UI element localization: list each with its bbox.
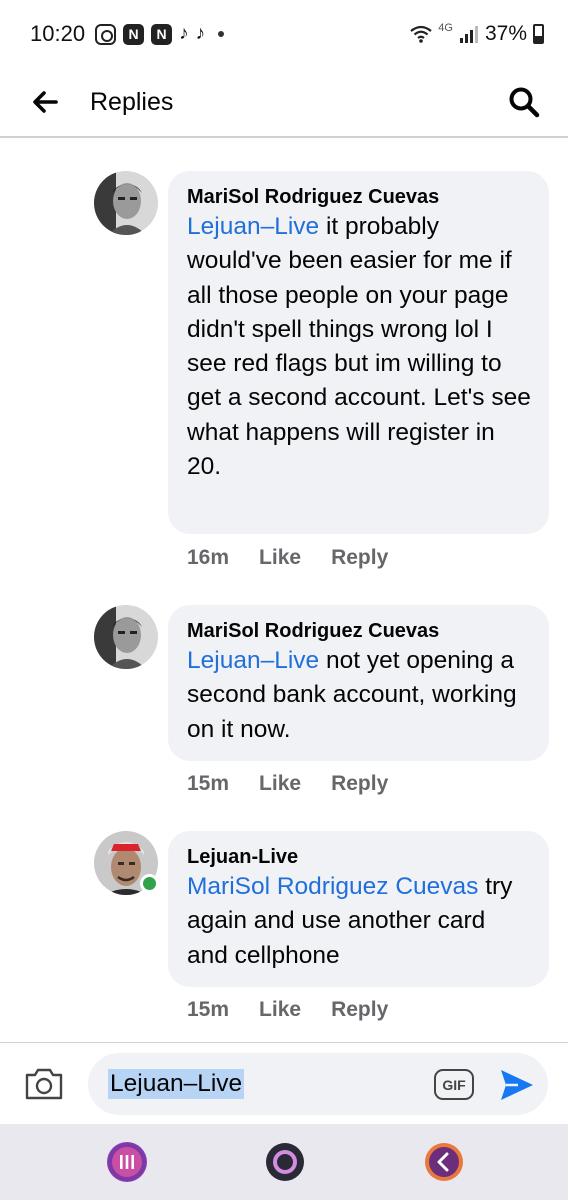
recent-apps-icon: [108, 1143, 146, 1181]
avatar[interactable]: [94, 605, 158, 669]
like-button[interactable]: Like: [259, 772, 301, 796]
tiktok-icon: ♪: [179, 23, 189, 44]
comment-author[interactable]: Lejuan-Live: [187, 844, 531, 870]
comment-bubble[interactable]: MariSol Rodriguez Cuevas Lejuan–Live it …: [168, 171, 549, 534]
like-button[interactable]: Like: [259, 546, 301, 570]
wifi-icon: [410, 25, 432, 43]
battery-percent: 37%: [484, 22, 527, 45]
mention-link[interactable]: Lejuan–Live: [187, 213, 319, 240]
profile-photo-icon: [94, 605, 158, 669]
comment-text: MariSol Rodriguez Cuevas try again and u…: [187, 870, 531, 973]
back-nav-button[interactable]: [424, 1142, 464, 1182]
camera-icon: [25, 1068, 63, 1100]
comment-time: 15m: [187, 772, 230, 795]
battery-icon: [533, 24, 544, 44]
reply-button[interactable]: Reply: [331, 772, 388, 796]
comment-bubble[interactable]: MariSol Rodriguez Cuevas Lejuan–Live not…: [168, 605, 549, 761]
page-title: Replies: [90, 87, 174, 116]
comment-actions: 15m Like Reply: [187, 998, 388, 1022]
recent-apps-button[interactable]: [107, 1142, 147, 1182]
comment-actions: 15m Like Reply: [187, 772, 388, 796]
comment-text: Lejuan–Live it probably would've been ea…: [187, 210, 531, 484]
mention-link[interactable]: Lejuan–Live: [187, 647, 319, 674]
comment-input-value[interactable]: Lejuan–Live: [108, 1069, 245, 1099]
comment-time: 15m: [187, 998, 230, 1021]
back-arrow-icon: [33, 91, 58, 113]
instagram-icon: [95, 23, 117, 45]
comment-bubble[interactable]: Lejuan-Live MariSol Rodriguez Cuevas try…: [168, 831, 549, 987]
status-time: 10:20: [30, 21, 86, 46]
gif-button[interactable]: GIF: [434, 1069, 474, 1100]
home-button[interactable]: [265, 1142, 305, 1182]
comment-input[interactable]: Lejuan–Live GIF: [88, 1053, 548, 1115]
like-button[interactable]: Like: [259, 998, 301, 1022]
comment-actions: 16m Like Reply: [187, 546, 388, 570]
network-type: 4G: [438, 22, 453, 34]
replies-header: Replies: [0, 68, 568, 138]
send-button[interactable]: [498, 1067, 536, 1103]
reply-composer: Lejuan–Live GIF: [0, 1042, 568, 1124]
comment-author[interactable]: MariSol Rodriguez Cuevas: [187, 618, 531, 644]
tiktok-icon: ♪: [195, 23, 206, 44]
signal-icon: [459, 26, 478, 43]
comment-body: it probably would've been easier for me …: [187, 213, 531, 481]
app-n-icon: N: [151, 23, 173, 45]
comment-time: 16m: [187, 546, 230, 569]
back-chevron-icon: [425, 1143, 463, 1181]
mention-link[interactable]: MariSol Rodriguez Cuevas: [187, 873, 478, 900]
comment-text: Lejuan–Live not yet opening a second ban…: [187, 644, 531, 747]
search-button[interactable]: [506, 84, 542, 120]
avatar[interactable]: [94, 171, 158, 235]
camera-button[interactable]: [24, 1066, 64, 1106]
reply-button[interactable]: Reply: [331, 546, 388, 570]
reply-button[interactable]: Reply: [331, 998, 388, 1022]
app-n-icon: N: [123, 23, 145, 45]
back-button[interactable]: [30, 87, 60, 117]
comment-author[interactable]: MariSol Rodriguez Cuevas: [187, 184, 531, 210]
home-icon: [266, 1143, 304, 1181]
status-bar: 10:20 N N ♪ ♪ 4G 37%: [0, 0, 568, 68]
system-nav-bar: [0, 1124, 568, 1200]
send-icon: [501, 1070, 533, 1100]
notification-icons: N N ♪ ♪: [95, 23, 225, 45]
dot-icon: [218, 31, 225, 37]
search-icon: [509, 87, 540, 118]
online-status-dot: [140, 874, 159, 893]
profile-photo-icon: [94, 171, 158, 235]
